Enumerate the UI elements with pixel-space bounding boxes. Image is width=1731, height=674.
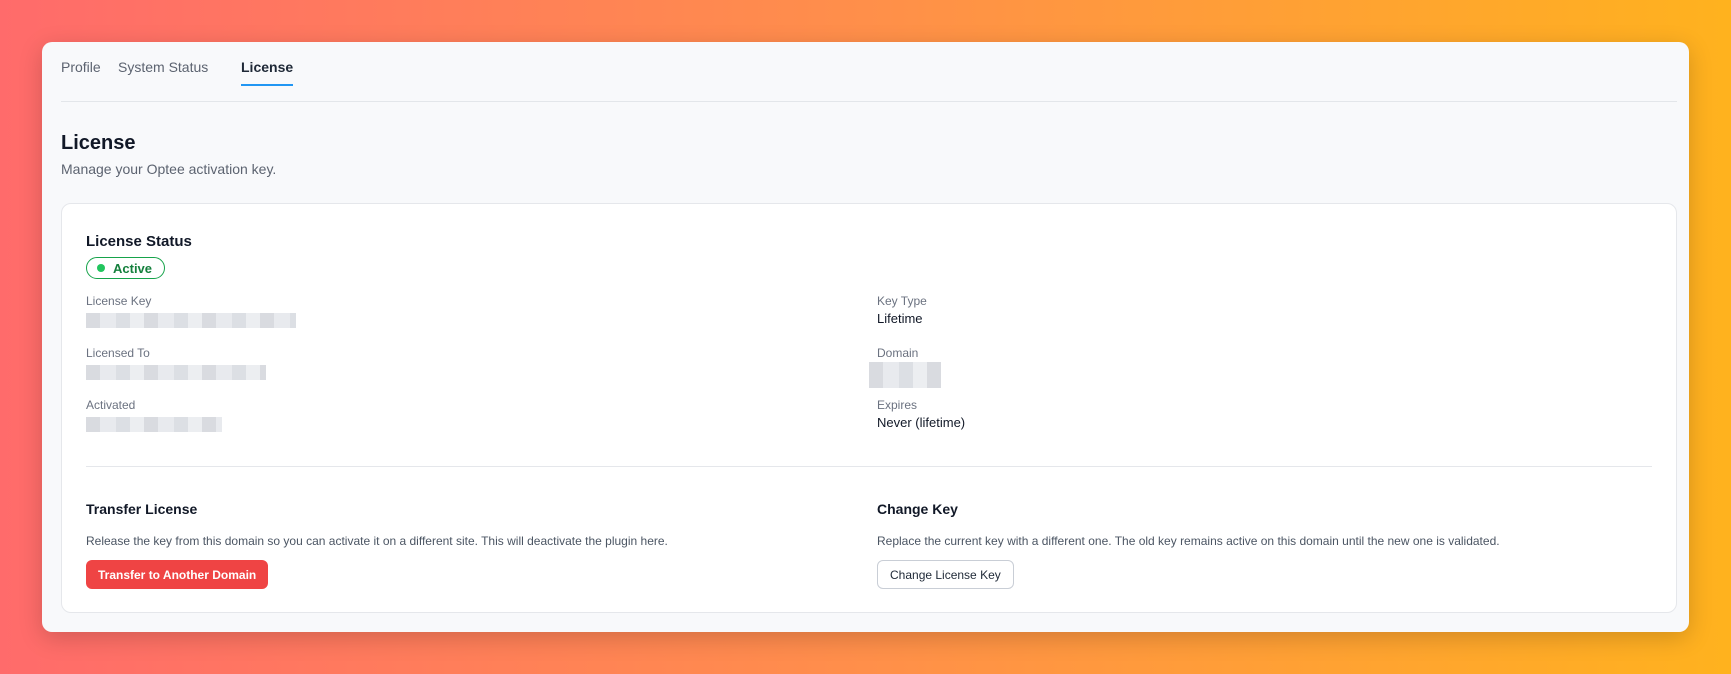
- activated-field: Activated: [86, 398, 222, 432]
- transfer-license-title: Transfer License: [86, 501, 198, 517]
- status-badge-label: Active: [113, 260, 153, 276]
- domain-field: Domain: [869, 346, 941, 388]
- transfer-license-description: Release the key from this domain so you …: [86, 534, 668, 548]
- change-key-title: Change Key: [877, 501, 958, 517]
- section-divider: [86, 466, 1652, 467]
- activated-label: Activated: [86, 398, 136, 412]
- license-key-label: License Key: [86, 294, 152, 308]
- key-type-field: Key Type Lifetime: [877, 294, 927, 326]
- page-title: License: [61, 132, 136, 154]
- page-subtitle: Manage your Optee activation key.: [61, 161, 277, 177]
- license-status-title: License Status: [86, 233, 192, 250]
- license-panel: Profile System Status License License Ma…: [42, 42, 1689, 632]
- tab-license[interactable]: License: [241, 59, 294, 86]
- status-dot-icon: [97, 264, 105, 272]
- key-type-value: Lifetime: [877, 311, 923, 326]
- domain-redacted: [869, 362, 941, 388]
- licensed-to-label: Licensed To: [86, 346, 150, 360]
- transfer-domain-button[interactable]: Transfer to Another Domain: [86, 560, 269, 589]
- domain-label: Domain: [877, 346, 919, 360]
- license-key-field: License Key: [86, 294, 296, 328]
- expires-value: Never (lifetime): [877, 415, 966, 430]
- key-type-label: Key Type: [877, 294, 927, 308]
- licensed-to-redacted: [86, 365, 266, 380]
- expires-label: Expires: [877, 398, 918, 412]
- change-key-description: Replace the current key with a different…: [877, 534, 1500, 548]
- license-key-redacted: [86, 313, 296, 328]
- change-license-key-button[interactable]: Change License Key: [877, 560, 1014, 589]
- license-card: License Status Active License Key Licens…: [61, 203, 1677, 613]
- licensed-to-field: Licensed To: [86, 346, 266, 380]
- tab-profile[interactable]: Profile: [61, 59, 101, 84]
- activated-redacted: [86, 417, 222, 432]
- tab-system-status[interactable]: System Status: [118, 59, 208, 84]
- status-badge: Active: [86, 257, 166, 279]
- tab-bar: Profile System Status License: [61, 42, 1677, 102]
- expires-field: Expires Never (lifetime): [877, 398, 965, 430]
